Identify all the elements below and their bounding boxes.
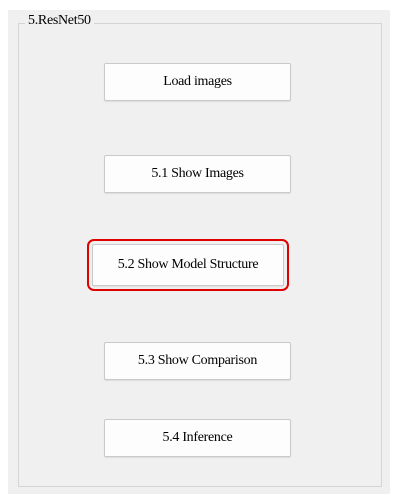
show-comparison-button[interactable]: 5.3 Show Comparison [104, 342, 291, 380]
inference-button[interactable]: 5.4 Inference [104, 419, 291, 457]
show-model-structure-button[interactable]: 5.2 Show Model Structure [87, 239, 289, 291]
show-images-button[interactable]: 5.1 Show Images [104, 155, 291, 193]
load-images-button[interactable]: Load images [104, 63, 291, 101]
groupbox-title: 5.ResNet50 [25, 12, 94, 30]
